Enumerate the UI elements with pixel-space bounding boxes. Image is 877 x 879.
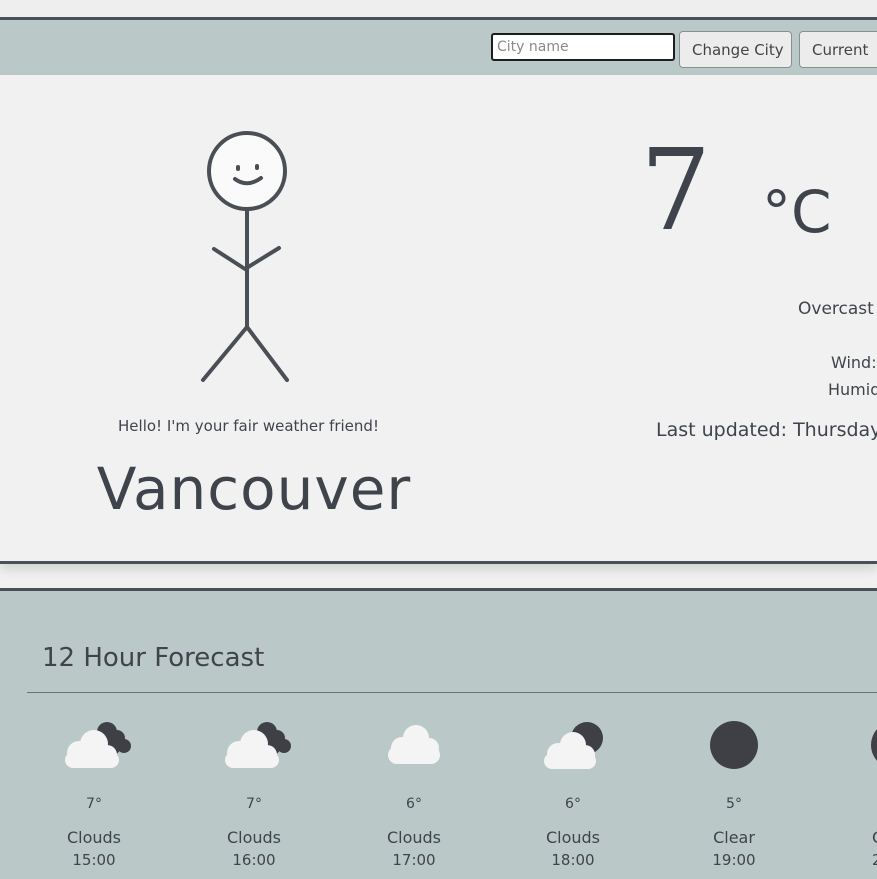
forecast-temperature: 6° (406, 796, 422, 812)
top-strip (0, 0, 877, 17)
city-name-title: Vancouver (96, 455, 412, 523)
forecast-time: 15:00 (72, 851, 116, 869)
forecast-temperature: 7° (246, 796, 262, 812)
forecast-time: 19:00 (712, 851, 756, 869)
current-temperature: 7 (640, 126, 712, 256)
cloud-moon-icon (544, 722, 603, 769)
forecast-card: 12 Hour Forecast 7° Clouds 15:00 7° Clou… (0, 588, 877, 879)
forecast-time: 2 (872, 851, 877, 869)
forecast-temperature (814, 796, 877, 814)
forecast-condition: C (814, 828, 877, 847)
header-bar: Change City Current (0, 17, 877, 76)
forecast-item: 6° Clouds 17:00 (334, 716, 494, 869)
cloud-icon (388, 725, 440, 764)
forecast-item: 7° Clouds 16:00 (174, 716, 334, 869)
stick-figure-icon (201, 131, 289, 382)
forecast-item: 6° Clouds 18:00 (493, 716, 653, 869)
moon-icon (871, 729, 877, 761)
forecast-item: 7° Clouds 15:00 (14, 716, 174, 869)
forecast-condition: Clouds (386, 828, 442, 847)
forecast-condition: Clouds (545, 828, 601, 847)
current-weather-card: Hello! I'm your fair weather friend! Van… (0, 75, 877, 564)
forecast-time: 18:00 (551, 851, 595, 869)
cloud-moon-icon (225, 722, 291, 768)
forecast-divider (27, 692, 877, 693)
city-name-input[interactable] (491, 33, 675, 61)
last-updated-text: Last updated: Thursday (656, 419, 877, 441)
forecast-time: 16:00 (232, 851, 276, 869)
forecast-item: 5° Clear 19:00 (654, 716, 814, 869)
change-city-button[interactable]: Change City (679, 31, 792, 68)
forecast-title: 12 Hour Forecast (42, 643, 265, 673)
humidity-label: Humidi (828, 380, 877, 399)
forecast-time: 17:00 (392, 851, 436, 869)
forecast-temperature: 5° (726, 796, 742, 812)
weather-condition: Overcast (798, 299, 874, 319)
cloud-moon-icon (65, 722, 131, 768)
current-location-button[interactable]: Current (799, 31, 877, 68)
forecast-item: C 2 (814, 716, 877, 869)
greeting-text: Hello! I'm your fair weather friend! (118, 417, 379, 435)
forecast-temperature: 7° (86, 796, 102, 812)
forecast-temperature: 6° (565, 796, 581, 812)
moon-icon (710, 721, 758, 769)
forecast-condition: Clear (713, 828, 755, 847)
forecast-condition: Clouds (226, 828, 282, 847)
forecast-condition: Clouds (66, 828, 122, 847)
temperature-unit: °C (762, 178, 832, 246)
wind-label: Wind: (831, 353, 877, 372)
